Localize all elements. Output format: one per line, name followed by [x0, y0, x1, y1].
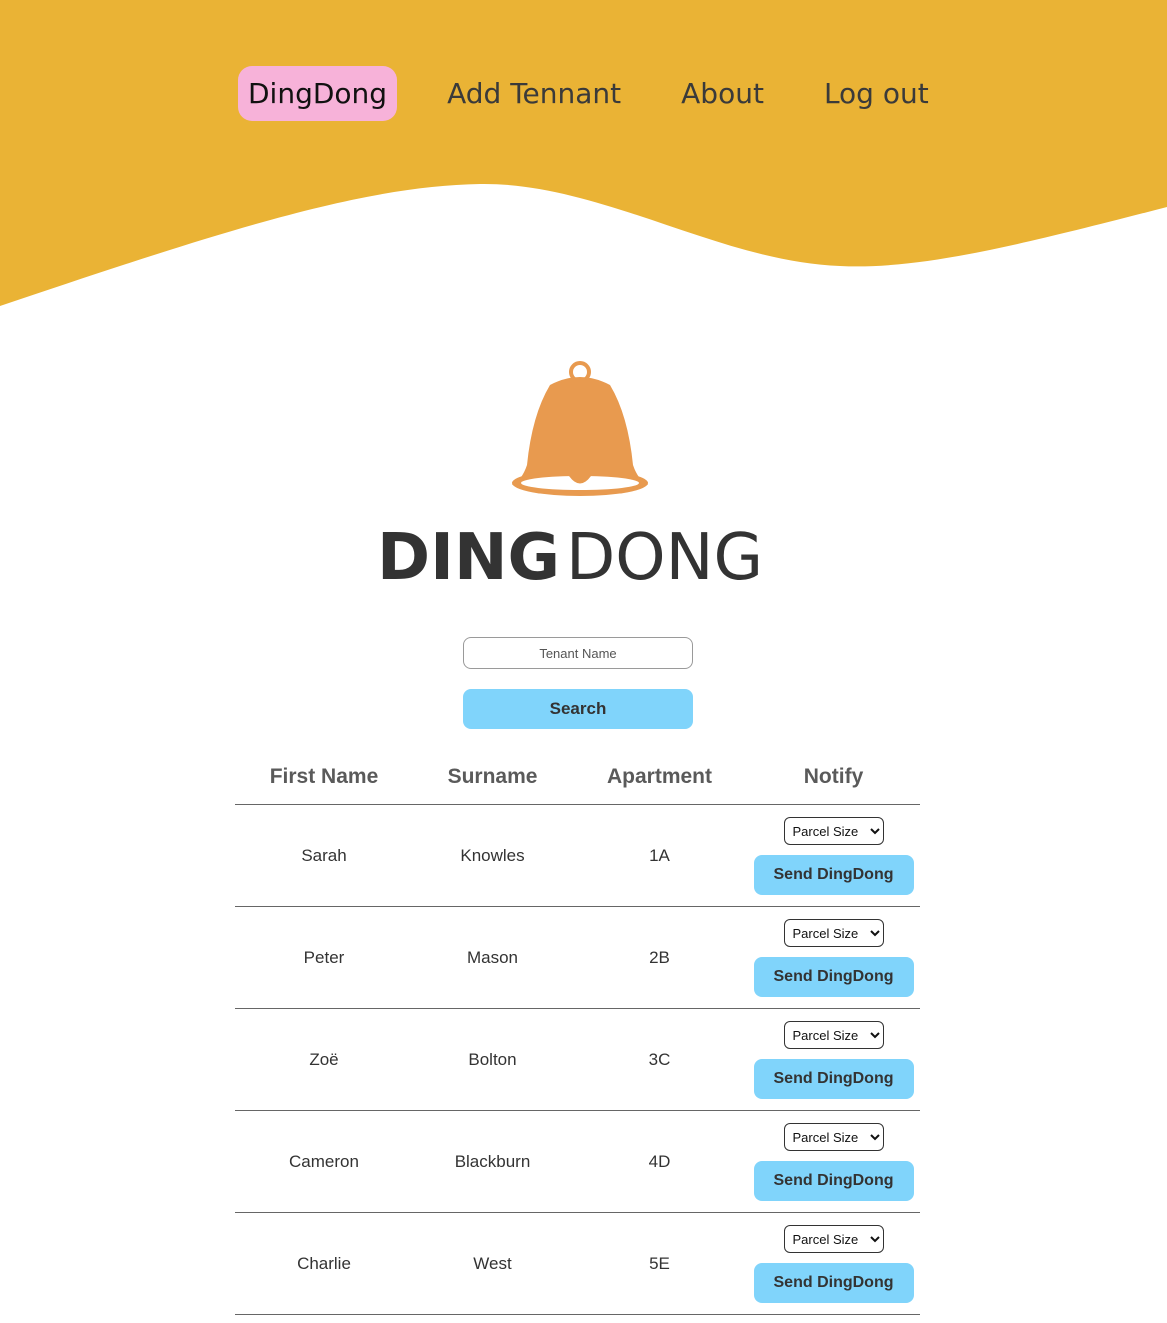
- cell-surname: Mason: [413, 906, 572, 1009]
- table-row: Peter Mason 2B Parcel Size Send DingDong: [235, 906, 920, 1009]
- parcel-size-select[interactable]: Parcel Size: [783, 919, 884, 947]
- cell-surname: Bolton: [413, 1008, 572, 1111]
- parcel-size-select[interactable]: Parcel Size: [783, 1021, 884, 1049]
- table-row: Cameron Blackburn 4D Parcel Size Send Di…: [235, 1110, 920, 1213]
- cell-first-name: Zoë: [235, 1008, 413, 1111]
- send-dingdong-button[interactable]: Send DingDong: [753, 1263, 914, 1303]
- top-nav: DingDong Add Tennant About Log out: [238, 66, 929, 121]
- send-dingdong-button[interactable]: Send DingDong: [753, 957, 914, 997]
- send-dingdong-button[interactable]: Send DingDong: [753, 855, 914, 895]
- cell-notify: Parcel Size Send DingDong: [747, 804, 920, 907]
- dingdong-logo: DING DONG: [377, 361, 763, 595]
- header-wave-background: [0, 0, 1167, 306]
- cell-apartment: 1A: [572, 804, 747, 907]
- logo-text-ding: DING: [377, 521, 560, 595]
- bell-icon: [512, 361, 648, 496]
- cell-surname: Blackburn: [413, 1110, 572, 1213]
- logo-text-dong: DONG: [566, 521, 763, 595]
- cell-notify: Parcel Size Send DingDong: [747, 1110, 920, 1213]
- nav-add-tenant-link[interactable]: Add Tennant: [447, 66, 621, 121]
- cell-apartment: 5E: [572, 1212, 747, 1315]
- table-row: Zoë Bolton 3C Parcel Size Send DingDong: [235, 1008, 920, 1111]
- cell-notify: Parcel Size Send DingDong: [747, 1212, 920, 1315]
- parcel-size-select[interactable]: Parcel Size: [783, 1225, 884, 1253]
- cell-first-name: Charlie: [235, 1212, 413, 1315]
- send-dingdong-button[interactable]: Send DingDong: [753, 1059, 914, 1099]
- search-button[interactable]: Search: [463, 689, 693, 729]
- cell-first-name: Cameron: [235, 1110, 413, 1213]
- parcel-size-select[interactable]: Parcel Size: [783, 1123, 884, 1151]
- header-first-name: First Name: [235, 750, 413, 805]
- cell-surname: West: [413, 1212, 572, 1315]
- send-dingdong-button[interactable]: Send DingDong: [753, 1161, 914, 1201]
- cell-notify: Parcel Size Send DingDong: [747, 906, 920, 1009]
- nav-logout-link[interactable]: Log out: [824, 66, 929, 121]
- nav-about-link[interactable]: About: [681, 66, 764, 121]
- table-row: Charlie West 5E Parcel Size Send DingDon…: [235, 1212, 920, 1315]
- header-apartment: Apartment: [572, 750, 747, 805]
- cell-first-name: Sarah: [235, 804, 413, 907]
- tenant-name-search-input[interactable]: [463, 637, 693, 669]
- header-surname: Surname: [413, 750, 572, 805]
- cell-surname: Knowles: [413, 804, 572, 907]
- parcel-size-select[interactable]: Parcel Size: [783, 817, 884, 845]
- table-row: Sarah Knowles 1A Parcel Size Send DingDo…: [235, 804, 920, 907]
- header-notify: Notify: [747, 750, 920, 805]
- table-header-row: First Name Surname Apartment Notify: [235, 750, 920, 805]
- cell-apartment: 3C: [572, 1008, 747, 1111]
- cell-apartment: 2B: [572, 906, 747, 1009]
- cell-notify: Parcel Size Send DingDong: [747, 1008, 920, 1111]
- cell-first-name: Peter: [235, 906, 413, 1009]
- nav-home-link[interactable]: DingDong: [238, 66, 398, 121]
- tenant-table: First Name Surname Apartment Notify Sara…: [235, 750, 920, 1315]
- cell-apartment: 4D: [572, 1110, 747, 1213]
